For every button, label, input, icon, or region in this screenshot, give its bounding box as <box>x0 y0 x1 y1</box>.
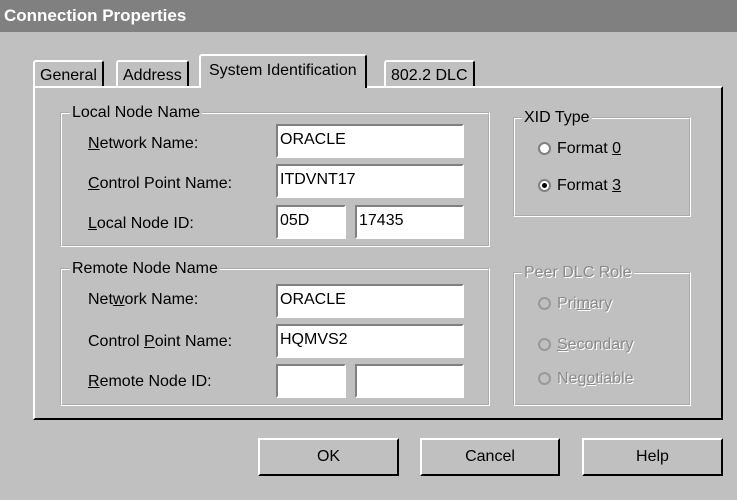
xid-type-group <box>513 117 691 217</box>
local-control-point-field[interactable]: ITDVNT17 <box>276 164 464 198</box>
window-title-bar[interactable]: Connection Properties <box>0 0 737 32</box>
peer-secondary-radio[interactable] <box>538 338 551 351</box>
tab-general[interactable]: General <box>33 60 104 87</box>
tab-802-2-dlc[interactable]: 802.2 DLC <box>384 60 475 87</box>
remote-node-id-number-field[interactable] <box>355 364 464 398</box>
local-node-id-number-field[interactable]: 17435 <box>355 205 464 239</box>
cancel-button[interactable]: Cancel <box>420 438 560 476</box>
local-network-name-label: Network Name: <box>88 135 199 152</box>
xid-format-3-radio[interactable] <box>538 179 551 192</box>
xid-format-3-label[interactable]: Format 3 <box>557 176 621 196</box>
xid-type-legend: XID Type <box>522 109 592 127</box>
remote-node-legend: Remote Node Name <box>70 260 220 278</box>
window-title: Connection Properties <box>4 6 187 25</box>
peer-primary-label[interactable]: Primary <box>557 294 612 314</box>
xid-format-0-radio[interactable] <box>538 142 551 155</box>
peer-secondary-label[interactable]: Secondary <box>557 335 634 355</box>
peer-primary-radio[interactable] <box>538 297 551 310</box>
remote-network-name-field[interactable]: ORACLE <box>276 284 464 318</box>
remote-network-name-label: Network Name: <box>88 291 199 308</box>
remote-node-id-block-field[interactable] <box>276 364 346 398</box>
xid-format-0-label[interactable]: Format 0 <box>557 139 621 159</box>
local-node-id-block-field[interactable]: 05D <box>276 205 346 239</box>
ok-button[interactable]: OK <box>258 438 399 476</box>
peer-dlc-role-legend: Peer DLC Role <box>522 264 634 282</box>
remote-node-id-label: Remote Node ID: <box>88 373 212 390</box>
peer-negotiable-radio[interactable] <box>538 372 551 385</box>
local-node-legend: Local Node Name <box>70 104 203 122</box>
local-node-id-label: Local Node ID: <box>88 215 194 232</box>
local-control-point-label: Control Point Name: <box>88 175 233 192</box>
peer-negotiable-label[interactable]: Negotiable <box>557 369 634 389</box>
tab-system-identification[interactable]: System Identification <box>199 54 367 88</box>
tab-address[interactable]: Address <box>116 60 189 87</box>
local-network-name-field[interactable]: ORACLE <box>276 124 464 158</box>
help-button[interactable]: Help <box>582 438 723 476</box>
remote-control-point-label: Control Point Name: <box>88 333 233 350</box>
remote-control-point-field[interactable]: HQMVS2 <box>276 324 464 358</box>
